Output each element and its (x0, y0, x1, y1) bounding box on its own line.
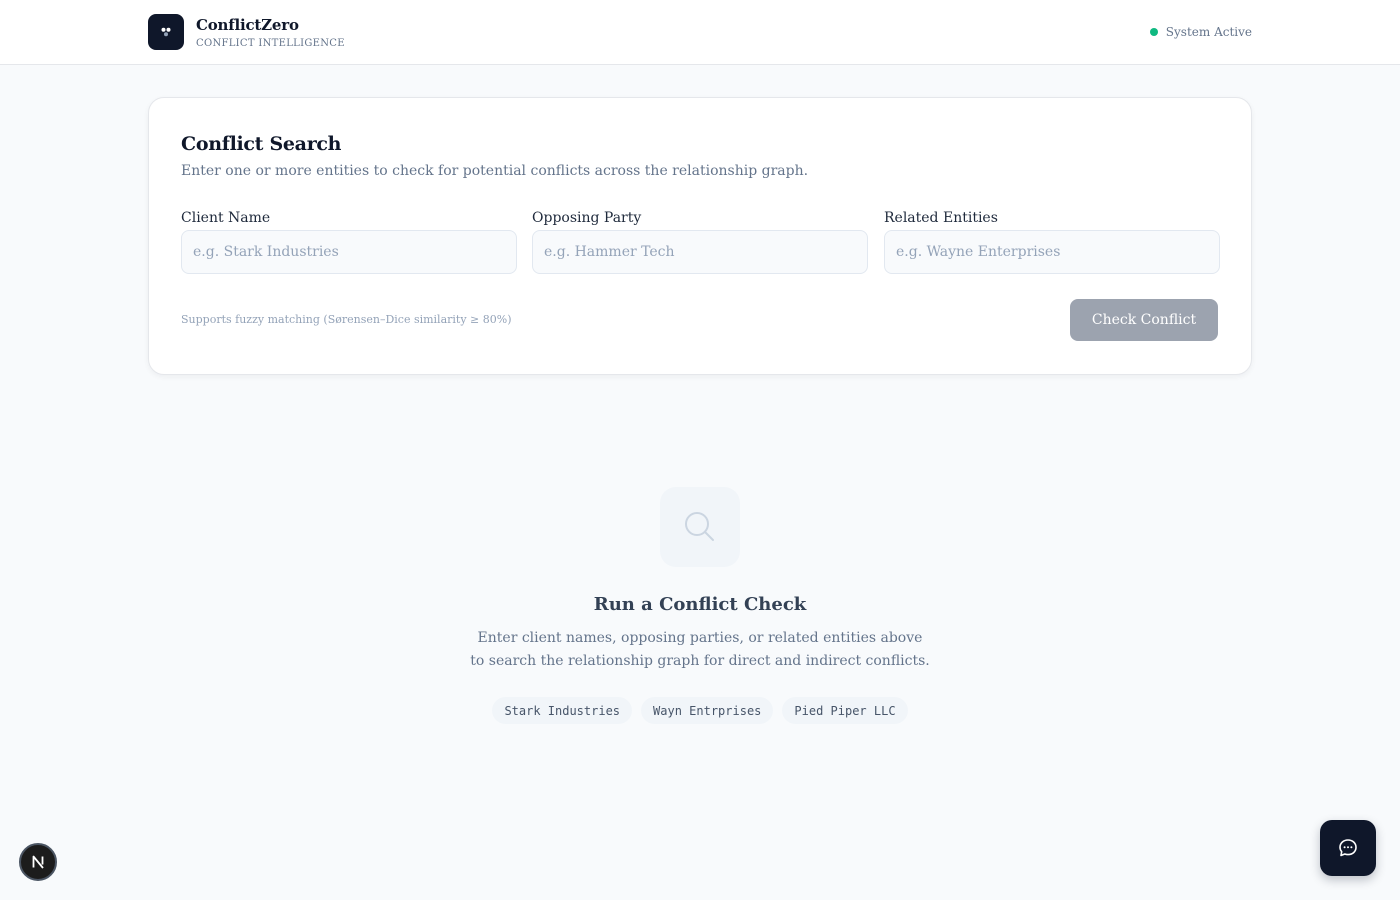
fuzzy-matching-hint: Supports fuzzy matching (Sørensen–Dice s… (181, 313, 512, 326)
example-chips: Stark Industries Wayn Entrprises Pied Pi… (0, 697, 1400, 724)
chat-button[interactable] (1320, 820, 1376, 876)
example-chip[interactable]: Pied Piper LLC (782, 697, 908, 724)
app-subtitle: CONFLICT INTELLIGENCE (196, 38, 345, 49)
chat-bubble-icon (1339, 839, 1357, 857)
example-chip[interactable]: Stark Industries (492, 697, 633, 724)
search-icon (660, 487, 740, 567)
opposing-party-label: Opposing Party (532, 210, 642, 226)
nextjs-logo-icon[interactable] (19, 843, 57, 881)
graph-nodes-icon (148, 14, 184, 50)
related-entities-input[interactable] (884, 230, 1220, 274)
client-name-label: Client Name (181, 210, 271, 226)
opposing-party-input[interactable] (532, 230, 868, 274)
system-status: System Active (1149, 25, 1252, 39)
client-name-input[interactable] (181, 230, 517, 274)
card-description: Enter one or more entities to check for … (181, 163, 809, 179)
status-text: System Active (1165, 25, 1252, 39)
conflict-search-card: Conflict Search Enter one or more entiti… (148, 97, 1252, 375)
related-entities-label: Related Entities (884, 210, 998, 226)
app-name: ConflictZero (196, 16, 299, 34)
status-dot-icon (1149, 28, 1158, 36)
card-title: Conflict Search (181, 133, 342, 155)
empty-state-title: Run a Conflict Check (593, 594, 807, 615)
empty-state-description: Enter client names, opposing parties, or… (470, 630, 930, 669)
example-chip[interactable]: Wayn Entrprises (641, 697, 774, 724)
app-header: ConflictZero CONFLICT INTELLIGENCE Syste… (0, 0, 1400, 65)
check-conflict-button[interactable]: Check Conflict (1070, 299, 1218, 341)
